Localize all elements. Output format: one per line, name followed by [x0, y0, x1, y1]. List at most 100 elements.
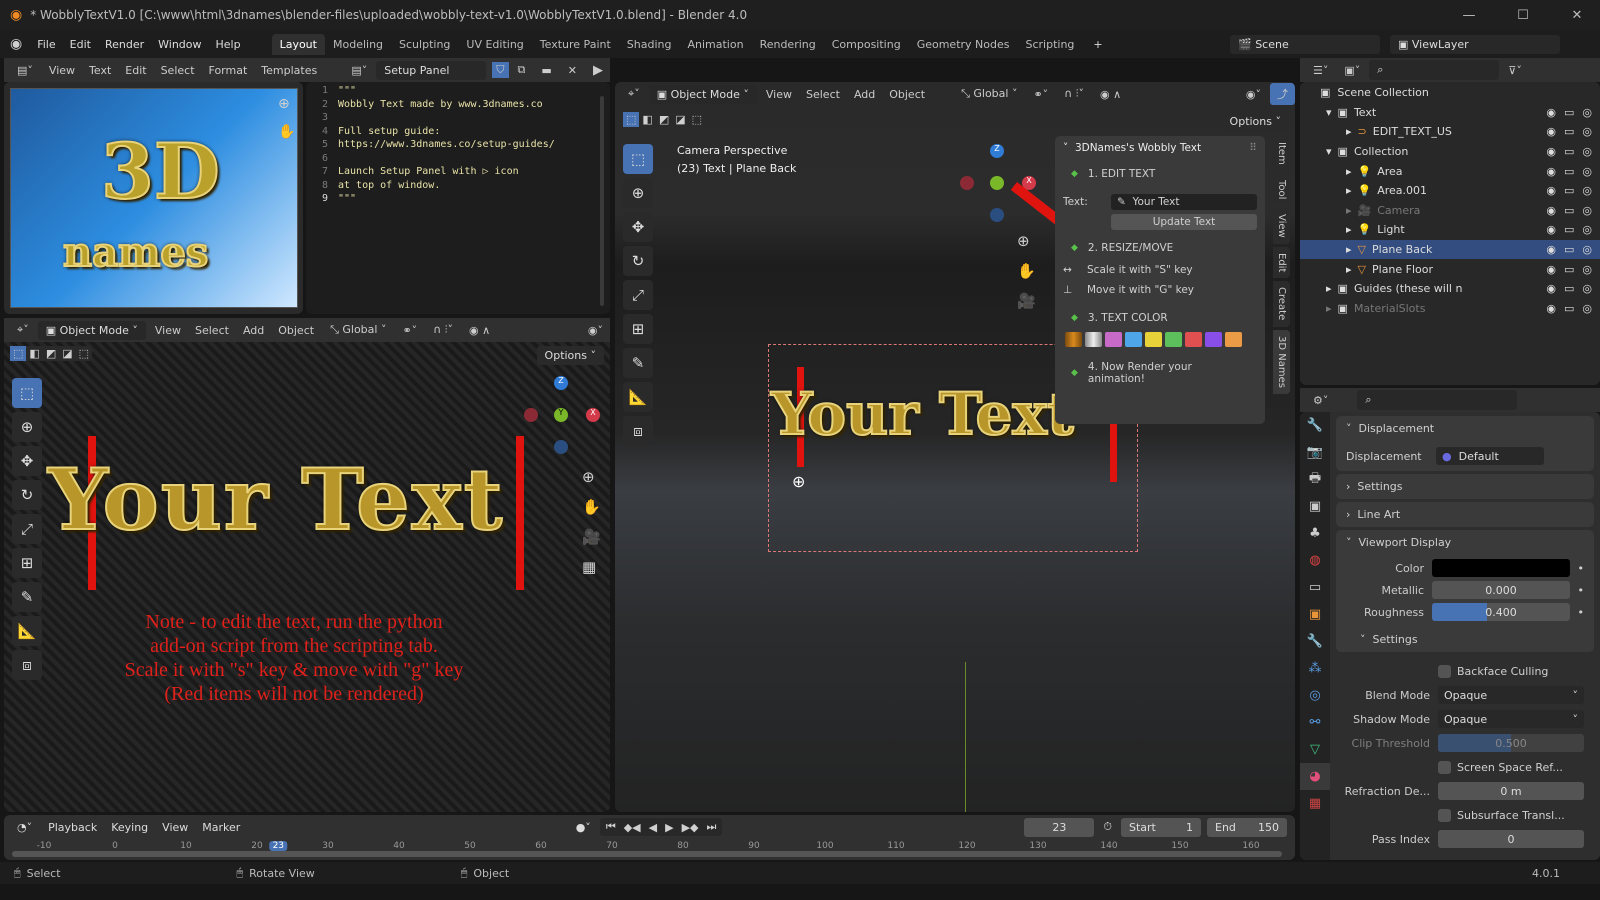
expand-arrow[interactable]: ▸: [1326, 302, 1332, 315]
outliner-item-area[interactable]: ▸ 💡 Area ◉ ▭ ◎: [1300, 161, 1600, 181]
outliner-item-collection[interactable]: ▾ ▣ Collection ◉ ▭ ◎: [1300, 142, 1600, 162]
monitor-icon[interactable]: ▭: [1564, 223, 1574, 236]
proportional-edit-icon[interactable]: ◉ ∧: [462, 321, 497, 340]
add-cube-tool[interactable]: ⧈: [623, 416, 653, 446]
camera-render-icon[interactable]: ◎: [1582, 106, 1592, 119]
expand-arrow[interactable]: ▸: [1346, 243, 1352, 256]
outliner-item-plane-floor[interactable]: ▸ ▽ Plane Floor ◉ ▭ ◎: [1300, 259, 1600, 279]
menu-render[interactable]: Render: [98, 35, 151, 54]
maximize-button[interactable]: ☐: [1500, 8, 1546, 23]
unlink-text-icon[interactable]: ✕: [561, 61, 584, 80]
viewport-menu-object[interactable]: Object: [882, 85, 932, 104]
editor-type-icon[interactable]: ⌖˅: [10, 320, 36, 340]
options-button[interactable]: Options ˅: [1221, 112, 1289, 131]
tab-animation[interactable]: Animation: [679, 34, 751, 55]
pivot-icon[interactable]: ⚭˅: [1026, 85, 1055, 104]
outliner-item-materialslots[interactable]: ▸ ▣ MaterialSlots ◉ ▭ ◎: [1300, 299, 1600, 319]
expand-arrow[interactable]: ▸: [1346, 125, 1352, 138]
timeline-menu-marker[interactable]: Marker: [195, 818, 247, 837]
sidebar-tab-edit[interactable]: Edit: [1273, 246, 1290, 279]
measure-tool[interactable]: 📐: [12, 616, 42, 646]
material-tab-icon[interactable]: ◕: [1300, 763, 1330, 790]
visibility-icon[interactable]: ◉˅: [581, 321, 610, 340]
grid-icon[interactable]: ▦: [582, 552, 601, 582]
sidebar-tab-tool[interactable]: Tool: [1273, 173, 1290, 206]
run-script-icon[interactable]: ▶: [586, 60, 610, 81]
minimize-button[interactable]: —: [1446, 8, 1492, 23]
text-menu-select[interactable]: Select: [154, 61, 202, 80]
editor-type-icon[interactable]: ☰˅: [1306, 61, 1335, 80]
pan-hand-icon[interactable]: ✋: [582, 492, 601, 522]
tab-compositing[interactable]: Compositing: [824, 34, 909, 55]
tab-rendering[interactable]: Rendering: [752, 34, 824, 55]
viewport-menu-view[interactable]: View: [759, 85, 799, 104]
monitor-icon[interactable]: ▭: [1564, 243, 1574, 256]
roughness-slider[interactable]: 0.400: [1432, 603, 1570, 621]
expand-arrow[interactable]: ▸: [1346, 184, 1352, 197]
panel-toggle[interactable]: ˅ Displacement: [1346, 422, 1584, 435]
text-file-name[interactable]: Setup Panel: [376, 60, 487, 80]
outliner-search[interactable]: ⌕: [1369, 60, 1500, 80]
display-mode-icon[interactable]: ▣˅: [1337, 61, 1367, 80]
monitor-icon[interactable]: ▭: [1564, 106, 1574, 119]
timeline-menu-keying[interactable]: Keying: [104, 818, 155, 837]
filter-icon[interactable]: ⊽˅: [1501, 61, 1529, 80]
view-layer-tab-icon[interactable]: ▣: [1300, 493, 1330, 520]
eye-icon[interactable]: ◉: [1546, 184, 1556, 197]
scale-tool[interactable]: ⤢: [12, 514, 42, 544]
viewport-menu-add[interactable]: Add: [236, 321, 271, 340]
shadow-mode-dropdown[interactable]: Opaque ˅: [1438, 710, 1584, 728]
menu-help[interactable]: Help: [209, 35, 248, 54]
transform-tool[interactable]: ⊞: [623, 314, 653, 344]
expand-arrow[interactable]: ▸: [1346, 223, 1352, 236]
orientation-selector[interactable]: ⤡ Global ˅: [323, 320, 393, 340]
text-editor[interactable]: 1 """ 2 Wobbly Text made by www.3dnames.co 3…: [306, 82, 610, 314]
timeline-menu-view[interactable]: View: [155, 818, 195, 837]
text-scrollbar[interactable]: [600, 96, 604, 306]
tab-sculpting[interactable]: Sculpting: [391, 34, 458, 55]
blender-menu-icon[interactable]: ◉: [10, 36, 22, 52]
select-mode-buttons[interactable]: ⬚ ◧ ◩ ◪ ⬚: [10, 346, 93, 361]
monitor-icon[interactable]: ▭: [1564, 263, 1574, 276]
color-swatch[interactable]: [1165, 332, 1182, 347]
camera-viewport[interactable]: ⌖˅ ▣ Object Mode ˅ View Select Add Object ⤡…: [615, 82, 1295, 812]
cursor-tool[interactable]: ⊕: [12, 412, 42, 442]
color-swatch[interactable]: [1065, 332, 1082, 347]
subsurface-translucency-checkbox[interactable]: Subsurface Transl...: [1438, 803, 1584, 827]
color-swatch[interactable]: [1085, 332, 1102, 347]
select-box-tool[interactable]: ⬚: [623, 144, 653, 174]
text-menu-templates[interactable]: Templates: [254, 61, 324, 80]
tab-layout[interactable]: Layout: [271, 33, 325, 55]
outliner-item-text[interactable]: ▾ ▣ Text ◉ ▭ ◎: [1300, 103, 1600, 123]
scene-collection[interactable]: ▣ Scene Collection: [1300, 83, 1600, 103]
eye-icon[interactable]: ◉: [1546, 145, 1556, 158]
editor-type-icon[interactable]: ⌖˅: [621, 84, 647, 104]
sidebar-tab-3d-names[interactable]: 3D Names: [1273, 329, 1290, 394]
current-frame-field[interactable]: 23: [1024, 817, 1095, 837]
displacement-socket[interactable]: ● Default: [1436, 447, 1544, 465]
timeline-scrollbar[interactable]: [12, 851, 1282, 857]
texture-tab-icon[interactable]: ▦: [1300, 790, 1330, 817]
measure-tool[interactable]: 📐: [623, 382, 653, 412]
outliner-item-edit-text-us[interactable]: ▸ ⊃ EDIT_TEXT_US ◉ ▭ ◎: [1300, 122, 1600, 142]
tool-tab-icon[interactable]: 🔧: [1300, 412, 1330, 439]
open-text-icon[interactable]: ▬: [534, 61, 558, 80]
menu-file[interactable]: File: [30, 35, 62, 54]
camera-view-icon[interactable]: 🎥: [582, 522, 601, 552]
color-field[interactable]: [1432, 559, 1570, 577]
line-art-panel[interactable]: › Line Art: [1336, 502, 1594, 527]
expand-arrow[interactable]: ▸: [1346, 263, 1352, 276]
view-layer-selector[interactable]: ▣ ViewLayer: [1390, 34, 1560, 54]
fake-user-icon[interactable]: ⛉: [492, 62, 509, 78]
rotate-tool[interactable]: ↻: [12, 480, 42, 510]
zoom-icon[interactable]: ⊕: [278, 96, 290, 112]
update-text-button[interactable]: Update Text: [1111, 214, 1257, 230]
monitor-icon[interactable]: ▭: [1564, 125, 1574, 138]
sidebar-tab-view[interactable]: View: [1273, 208, 1290, 244]
transform-tool[interactable]: ⊞: [12, 548, 42, 578]
eye-icon[interactable]: ◉: [1546, 223, 1556, 236]
modifier-tab-icon[interactable]: 🔧: [1300, 628, 1330, 655]
eye-icon[interactable]: ◉: [1546, 243, 1556, 256]
outliner-item-camera[interactable]: ▸ 🎥 Camera ◉ ▭ ◎: [1300, 201, 1600, 221]
mode-selector[interactable]: ▣ Object Mode ˅: [648, 84, 757, 104]
